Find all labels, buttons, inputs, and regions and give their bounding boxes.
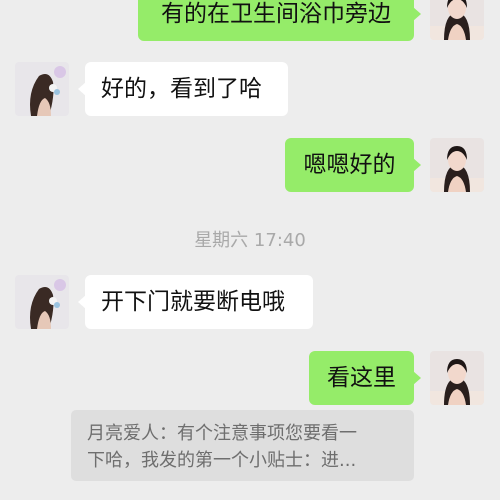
self-avatar-photo-icon <box>430 138 484 192</box>
chat-timestamp: 星期六 17:40 <box>194 230 306 251</box>
contact-avatar-photo-icon <box>15 275 69 329</box>
contact-avatar[interactable] <box>15 275 69 329</box>
message-bubble-incoming[interactable]: 开下门就要断电哦 <box>78 275 313 329</box>
quoted-reply-line: 月亮爱人：有个注意事项您要看一 <box>87 423 357 444</box>
contact-avatar-photo-icon <box>15 62 69 116</box>
quoted-reply-line: 下哈，我发的第一个小贴士：进... <box>87 450 357 471</box>
contact-avatar[interactable] <box>15 62 69 116</box>
message-bubble-outgoing[interactable]: 有的在卫生间浴巾旁边 <box>138 0 421 41</box>
quoted-reply[interactable]: 月亮爱人：有个注意事项您要看一 下哈，我发的第一个小贴士：进... <box>71 410 414 481</box>
self-avatar[interactable] <box>430 351 484 405</box>
message-bubble-incoming[interactable]: 好的，看到了哈 <box>78 62 288 116</box>
self-avatar[interactable] <box>430 138 484 192</box>
self-avatar-photo-icon <box>430 351 484 405</box>
self-avatar[interactable] <box>430 0 484 40</box>
message-bubble-outgoing[interactable]: 看这里 <box>309 351 421 405</box>
message-bubble-outgoing[interactable]: 嗯嗯好的 <box>285 138 421 192</box>
chat-view: 有的在卫生间浴巾旁边 好的，看到了哈 嗯嗯好的 星期六 17:40 开下门就要断… <box>0 0 500 500</box>
self-avatar-photo-icon <box>430 0 484 40</box>
